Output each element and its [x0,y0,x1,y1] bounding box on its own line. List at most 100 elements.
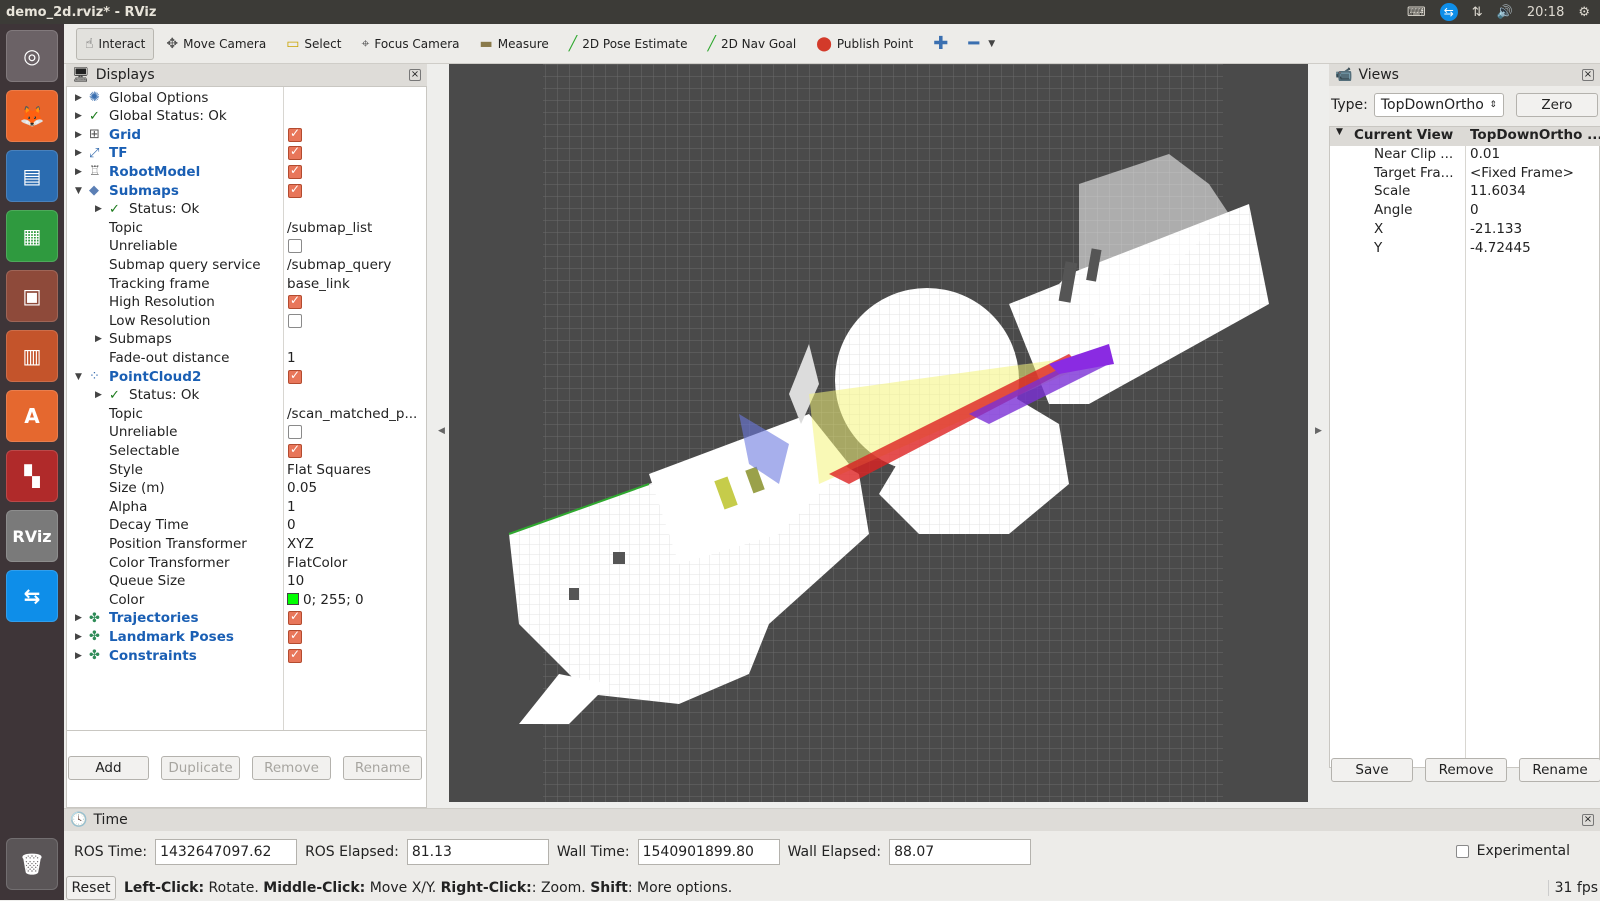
enable-checkbox[interactable] [288,182,302,198]
remove-display-button[interactable]: Remove [252,756,331,780]
experimental-toggle[interactable]: Experimental [1455,843,1570,859]
tool-2d-nav-goal[interactable]: ╱ 2D Nav Goal [700,28,805,60]
current-view-row[interactable]: ▼ Current View TopDownOrtho ... [1330,127,1600,146]
add-display-button[interactable]: Add [68,756,149,780]
trash-icon[interactable]: 🗑 [6,838,58,890]
tool-move-camera[interactable]: ✥ Move Camera [158,28,274,60]
display-row[interactable]: Low Resolution [67,311,426,330]
close-icon[interactable]: × [409,69,421,81]
zero-button[interactable]: Zero [1515,93,1598,117]
terminal-app-icon[interactable]: ▚ [6,450,58,502]
display-row[interactable]: ▶ ✺ Global Options [67,88,426,107]
display-row-value[interactable]: 10 [287,573,304,589]
calc-icon[interactable]: ▦ [6,210,58,262]
display-row[interactable]: Size (m) 0.05 [67,479,426,498]
enable-checkbox[interactable] [288,647,302,663]
teamviewer-tray-icon[interactable]: ⇆ [1439,3,1458,21]
enable-checkbox[interactable] [288,442,302,458]
expand-arrow-icon[interactable]: ▶ [75,111,82,121]
display-row[interactable]: ▼ ⁘ PointCloud2 [67,367,426,386]
ubuntu-dash-icon[interactable]: ◎ [6,30,58,82]
view-type-select[interactable]: TopDownOrtho ⇕ [1373,93,1504,117]
close-icon[interactable]: × [1582,69,1594,81]
display-row[interactable]: Position Transformer XYZ [67,534,426,553]
enable-checkbox[interactable] [288,163,302,179]
tool-measure[interactable]: ▬ Measure [472,28,557,60]
collapse-left-arrow-icon[interactable]: ◀ [438,426,445,436]
duplicate-display-button[interactable]: Duplicate [161,756,240,780]
enable-checkbox[interactable] [288,609,302,626]
teamviewer-icon[interactable]: ⇆ [6,570,58,622]
view-property-value[interactable]: 0 [1470,202,1479,218]
tool-publish-point[interactable]: ⬤ Publish Point [808,28,921,60]
views-tree[interactable]: ▼ Current View TopDownOrtho ... Near Cli… [1329,126,1600,768]
expand-arrow-icon[interactable]: ▶ [75,148,82,158]
save-view-button[interactable]: Save [1331,758,1413,782]
display-row[interactable]: ▶ ✤ Constraints [67,646,426,665]
display-row[interactable]: High Resolution [67,293,426,312]
display-row-value[interactable]: 0; 255; 0 [287,592,364,608]
display-row[interactable]: ▶ ⤢ TF [67,144,426,163]
rename-view-button[interactable]: Rename [1519,758,1600,782]
display-row-value[interactable]: 1 [287,499,296,515]
display-row[interactable]: Color 0; 255; 0 [67,590,426,609]
wall-time-field[interactable]: 1540901899.80 [637,839,780,865]
files-icon[interactable]: ▣ [6,270,58,322]
tool-focus-camera[interactable]: ⌖ Focus Camera [353,28,467,60]
view-property-row[interactable]: Y -4.72445 [1330,240,1600,259]
display-row-value[interactable]: 0.05 [287,480,317,496]
display-row-value[interactable]: /submap_list [287,220,372,236]
rename-display-button[interactable]: Rename [343,756,422,780]
expand-arrow-icon[interactable]: ▶ [75,651,82,661]
display-row-value[interactable]: base_link [287,276,350,292]
display-row[interactable]: Topic/submap_list [67,218,426,237]
display-row[interactable]: Fade-out distance 1 [67,348,426,367]
expand-arrow-icon[interactable]: ▶ [95,334,102,344]
expand-arrow-icon[interactable]: ▶ [75,632,82,642]
display-row-value[interactable]: 0 [287,517,296,533]
remove-view-button[interactable]: Remove [1425,758,1507,782]
expand-arrow-icon[interactable]: ▶ [75,167,82,177]
display-row[interactable]: Topic/scan_matched_p... [67,404,426,423]
firefox-icon[interactable]: 🦊 [6,90,58,142]
3d-render-viewport[interactable] [449,64,1308,802]
rviz-icon[interactable]: RViz [6,510,58,562]
ros-elapsed-field[interactable]: 81.13 [406,839,549,865]
view-property-row[interactable]: X -21.133 [1330,221,1600,240]
writer-icon[interactable]: ▤ [6,150,58,202]
tool-select[interactable]: ▭ Select [278,28,349,60]
enable-checkbox[interactable] [288,628,302,644]
experimental-checkbox[interactable] [1455,844,1469,858]
displays-tree[interactable]: ▶ ✺ Global Options ▶ ✓ Global Status: Ok ▶ ⊞ Gri… [66,86,427,746]
software-center-icon[interactable]: A [6,390,58,442]
enable-checkbox[interactable] [288,126,302,142]
volume-icon[interactable]: 🔊 [1497,5,1513,20]
view-property-value[interactable]: -4.72445 [1470,240,1531,256]
expand-arrow-icon[interactable]: ▶ [95,204,102,214]
add-tool-plus-icon[interactable]: ✚ [925,28,956,60]
tool-interact[interactable]: ☝ Interact [76,27,155,60]
view-property-value[interactable]: <Fixed Frame> [1470,165,1574,181]
impress-icon[interactable]: ▥ [6,330,58,382]
enable-checkbox[interactable] [288,293,302,310]
display-row[interactable]: Queue Size 10 [67,572,426,591]
display-row[interactable]: Decay Time 0 [67,516,426,535]
network-icon[interactable]: ⇅ [1472,5,1483,20]
display-row[interactable]: Unreliable [67,237,426,256]
settings-gear-icon[interactable]: ⚙ [1578,5,1590,20]
view-property-row[interactable]: Target Fra... <Fixed Frame> [1330,165,1600,184]
display-row-value[interactable]: /submap_query [287,257,391,273]
reset-button[interactable]: Reset [66,876,116,900]
close-icon[interactable]: × [1582,814,1594,826]
enable-checkbox[interactable] [288,313,302,328]
enable-checkbox[interactable] [288,425,302,440]
view-property-row[interactable]: Near Clip ... 0.01 [1330,146,1600,165]
display-row[interactable]: ▶ ✤ Landmark Poses [67,627,426,646]
collapse-arrow-icon[interactable]: ▼ [75,372,82,382]
view-property-value[interactable]: 0.01 [1470,146,1500,162]
display-row[interactable]: Alpha 1 [67,497,426,516]
expand-arrow-icon[interactable]: ▶ [75,613,82,623]
expand-arrow-icon[interactable]: ▶ [75,130,82,140]
display-row[interactable]: ▶ ✓ Global Status: Ok [67,107,426,126]
remove-tool-minus-icon[interactable]: ━ ▼ [960,28,1003,60]
